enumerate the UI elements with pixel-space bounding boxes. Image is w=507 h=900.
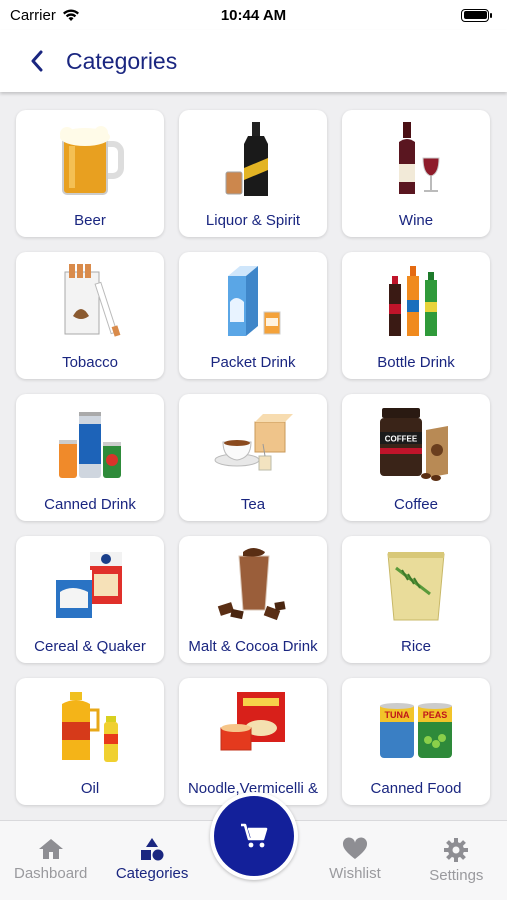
app-screen: Carrier 10:44 AM Categories Beer Liquor … (0, 0, 507, 900)
category-label: Cereal & Quaker (34, 638, 146, 655)
cigarette-pack-icon (40, 260, 140, 342)
soda-bottles-icon (366, 260, 466, 342)
category-label: Tea (240, 496, 266, 513)
peas-can-text: PEAS (423, 710, 448, 720)
carrier-label: Carrier (10, 6, 56, 24)
category-label: Liquor & Spirit (205, 212, 301, 229)
category-label: Rice (400, 638, 431, 655)
category-card-malt-cocoa[interactable]: Malt & Cocoa Drink (179, 536, 327, 663)
category-grid: Beer Liquor & Spirit Wine Tobacco Packet… (16, 110, 492, 805)
category-label: Tobacco (62, 354, 118, 371)
category-card-canned-drink[interactable]: Canned Drink (16, 394, 164, 521)
category-card-canned-food[interactable]: TUNA PEAS Canned Food (342, 678, 490, 805)
cart-icon (241, 823, 268, 848)
tuna-can-text: TUNA (385, 710, 410, 720)
battery-level (463, 11, 487, 19)
category-card-cereal-quaker[interactable]: Cereal & Quaker (16, 536, 164, 663)
tab-wishlist[interactable]: Wishlist (304, 821, 405, 900)
tab-categories[interactable]: Categories (101, 821, 202, 900)
category-card-packet-drink[interactable]: Packet Drink (179, 252, 327, 379)
cart-button[interactable] (210, 792, 298, 880)
wifi-icon (62, 9, 79, 21)
category-card-wine[interactable]: Wine (342, 110, 490, 237)
tab-dashboard[interactable]: Dashboard (0, 821, 101, 900)
coffee-jar-text: COFFEE (385, 435, 418, 444)
category-label: Coffee (394, 496, 438, 513)
coffee-jar-icon: COFFEE (366, 402, 466, 484)
category-label: Canned Food (370, 780, 462, 797)
category-card-bottle-drink[interactable]: Bottle Drink (342, 252, 490, 379)
heart-icon (342, 837, 367, 859)
category-card-rice[interactable]: Rice (342, 536, 490, 663)
nav-header: Categories (0, 30, 507, 92)
category-label: Beer (74, 212, 106, 229)
status-bar: Carrier 10:44 AM (0, 0, 507, 30)
tea-cup-icon (203, 402, 303, 484)
category-label: Canned Drink (44, 496, 136, 513)
page-title: Categories (66, 47, 178, 74)
back-button[interactable] (12, 36, 62, 86)
category-card-coffee[interactable]: COFFEE Coffee (342, 394, 490, 521)
category-label: Oil (80, 780, 100, 797)
wine-bottle-icon (366, 118, 466, 200)
shapes-icon (141, 838, 164, 861)
food-cans-icon: TUNA PEAS (366, 686, 466, 768)
category-card-liquor-spirit[interactable]: Liquor & Spirit (179, 110, 327, 237)
category-card-noodle[interactable]: Noodle,Vermicelli & (179, 678, 327, 805)
status-left: Carrier (10, 7, 80, 24)
category-card-tobacco[interactable]: Tobacco (16, 252, 164, 379)
tab-label: Categories (115, 865, 189, 882)
chevron-left-icon (31, 50, 43, 72)
tab-label: Settings (429, 867, 484, 884)
oil-bottle-icon (40, 686, 140, 768)
cocoa-glass-icon (203, 544, 303, 626)
home-icon (38, 839, 63, 859)
gear-icon (444, 838, 469, 862)
tab-label: Wishlist (329, 865, 381, 882)
noodle-pack-icon (203, 686, 303, 768)
cereal-box-icon (40, 544, 140, 626)
drink-cans-icon (40, 402, 140, 484)
beer-mug-icon (40, 118, 140, 200)
category-card-beer[interactable]: Beer (16, 110, 164, 237)
category-label: Bottle Drink (377, 354, 455, 371)
category-card-oil[interactable]: Oil (16, 678, 164, 805)
tab-label: Dashboard (14, 865, 88, 882)
tab-settings[interactable]: Settings (406, 821, 507, 900)
category-label: Wine (398, 212, 434, 229)
category-label: Packet Drink (210, 354, 296, 371)
rice-bag-icon (366, 544, 466, 626)
liquor-bottle-icon (203, 118, 303, 200)
category-card-tea[interactable]: Tea (179, 394, 327, 521)
category-label: Malt & Cocoa Drink (188, 638, 318, 655)
battery-icon (461, 8, 492, 22)
milk-carton-icon (203, 260, 303, 342)
